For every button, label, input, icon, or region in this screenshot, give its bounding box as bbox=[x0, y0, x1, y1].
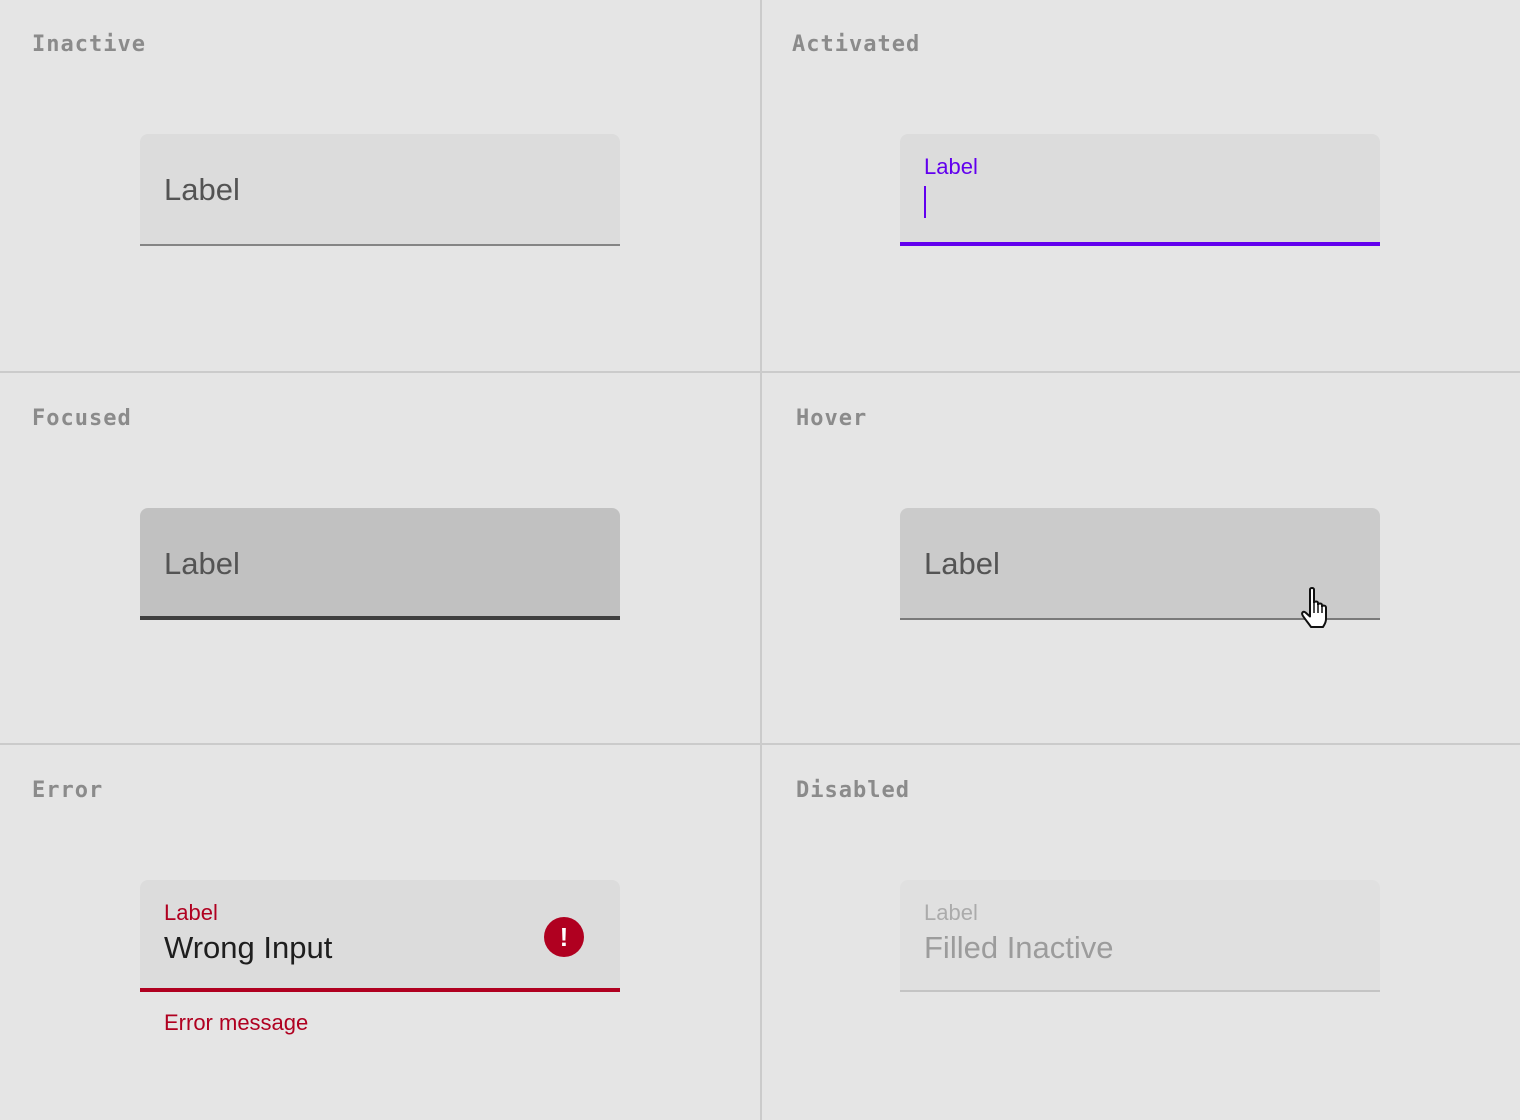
field-label: Label bbox=[924, 546, 1000, 581]
text-field-error[interactable]: Label Wrong Input ! bbox=[140, 880, 620, 992]
field-label: Label bbox=[164, 546, 240, 581]
state-title-activated: Activated bbox=[792, 32, 921, 57]
state-title-error: Error bbox=[32, 778, 104, 803]
state-title-focused: Focused bbox=[32, 406, 132, 431]
text-field-inactive[interactable]: Label bbox=[140, 134, 620, 246]
state-title-hover: Hover bbox=[796, 406, 868, 431]
state-title-disabled: Disabled bbox=[796, 778, 910, 803]
error-alert-icon: ! bbox=[544, 917, 584, 957]
field-label: Label bbox=[924, 154, 978, 179]
text-field-focused[interactable]: Label bbox=[140, 508, 620, 620]
text-field-disabled: Label Filled Inactive bbox=[900, 880, 1380, 992]
text-field-hover[interactable]: Label bbox=[900, 508, 1380, 628]
text-caret bbox=[924, 186, 926, 218]
field-value: Filled Inactive bbox=[924, 930, 1114, 965]
text-field-activated[interactable]: Label bbox=[900, 134, 1380, 246]
grid-divider-horizontal-2 bbox=[0, 743, 1520, 745]
field-label: Label bbox=[924, 900, 978, 925]
field-value: Wrong Input bbox=[164, 930, 333, 965]
error-helper-text: Error message bbox=[164, 1010, 309, 1035]
field-label: Label bbox=[164, 900, 218, 925]
hand-pointer-cursor-icon bbox=[1301, 587, 1327, 628]
grid-divider-horizontal-1 bbox=[0, 371, 1520, 373]
grid-divider-vertical bbox=[760, 0, 762, 1120]
field-label: Label bbox=[164, 172, 240, 207]
state-title-inactive: Inactive bbox=[32, 32, 146, 57]
